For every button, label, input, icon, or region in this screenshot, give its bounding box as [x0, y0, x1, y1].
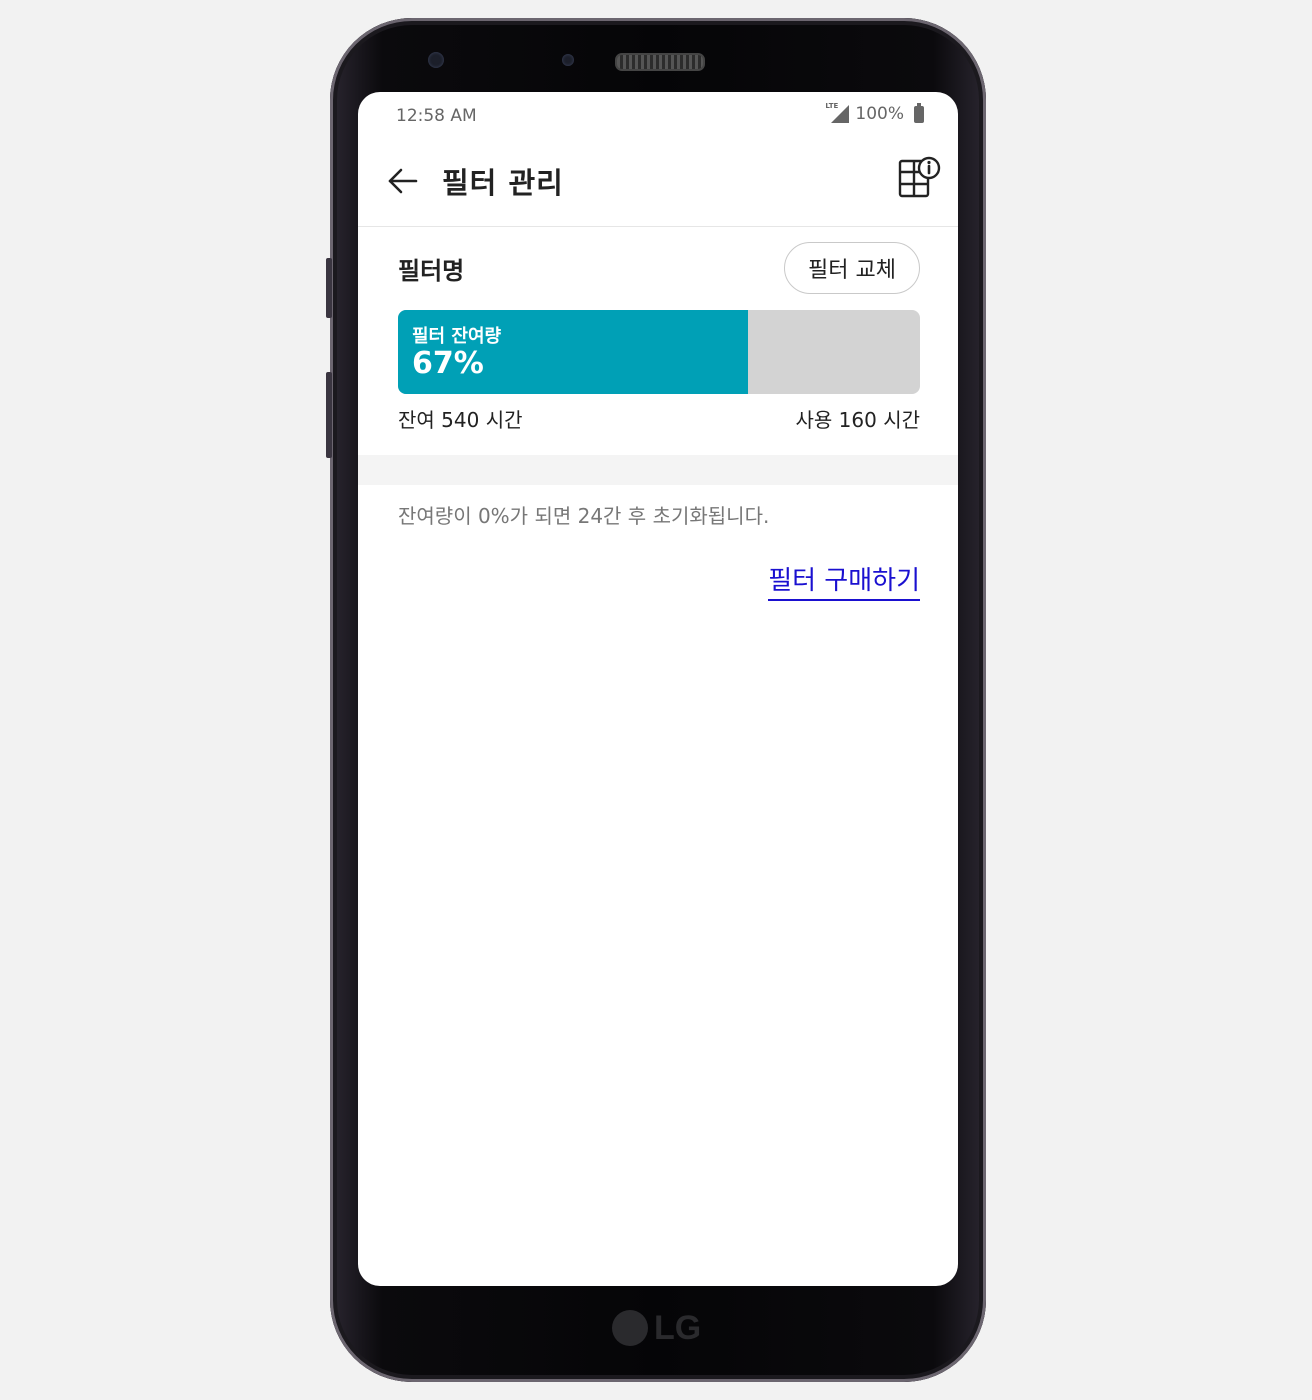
status-bar: 12:58 AM LTE 100% [358, 92, 958, 140]
battery-icon [914, 102, 924, 123]
front-camera [428, 52, 444, 68]
filter-remaining-percent: 67% [412, 346, 484, 381]
battery-percent: 100% [855, 104, 904, 124]
used-hours: 사용 160 시간 [795, 408, 921, 432]
volume-up-button [326, 258, 332, 318]
screen: 12:58 AM LTE 100% 필터 관리 필터명 필터 교체 필터 잔여량… [358, 92, 958, 1286]
buy-filter-link[interactable]: 필터 구매하기 [768, 560, 920, 601]
status-time: 12:58 AM [396, 106, 477, 126]
brand-text: LG [654, 1308, 702, 1347]
earpiece-speaker [615, 53, 705, 71]
filter-remaining-label: 필터 잔여량 [412, 326, 502, 347]
filter-name: 필터명 [398, 257, 465, 285]
lg-face-icon [612, 1310, 648, 1346]
page-title: 필터 관리 [442, 166, 564, 200]
section-divider [358, 455, 958, 485]
volume-down-button [326, 372, 332, 458]
brand-logo: LG [612, 1306, 712, 1350]
filter-card: 필터명 필터 교체 필터 잔여량 67% 잔여 540 시간 사용 160 시간 [358, 227, 958, 455]
status-indicators: LTE 100% [825, 102, 924, 124]
arrow-left-icon[interactable] [386, 164, 420, 198]
grid-info-icon[interactable] [898, 156, 942, 200]
replace-filter-button[interactable]: 필터 교체 [784, 242, 920, 294]
sensor [562, 54, 574, 66]
filter-remaining-bar: 필터 잔여량 67% [398, 310, 920, 394]
app-bar: 필터 관리 [358, 140, 958, 227]
reset-notice: 잔여량이 0%가 되면 24간 후 초기화됩니다. [398, 504, 770, 528]
signal-icon: LTE [825, 102, 850, 123]
remaining-hours: 잔여 540 시간 [398, 408, 523, 432]
